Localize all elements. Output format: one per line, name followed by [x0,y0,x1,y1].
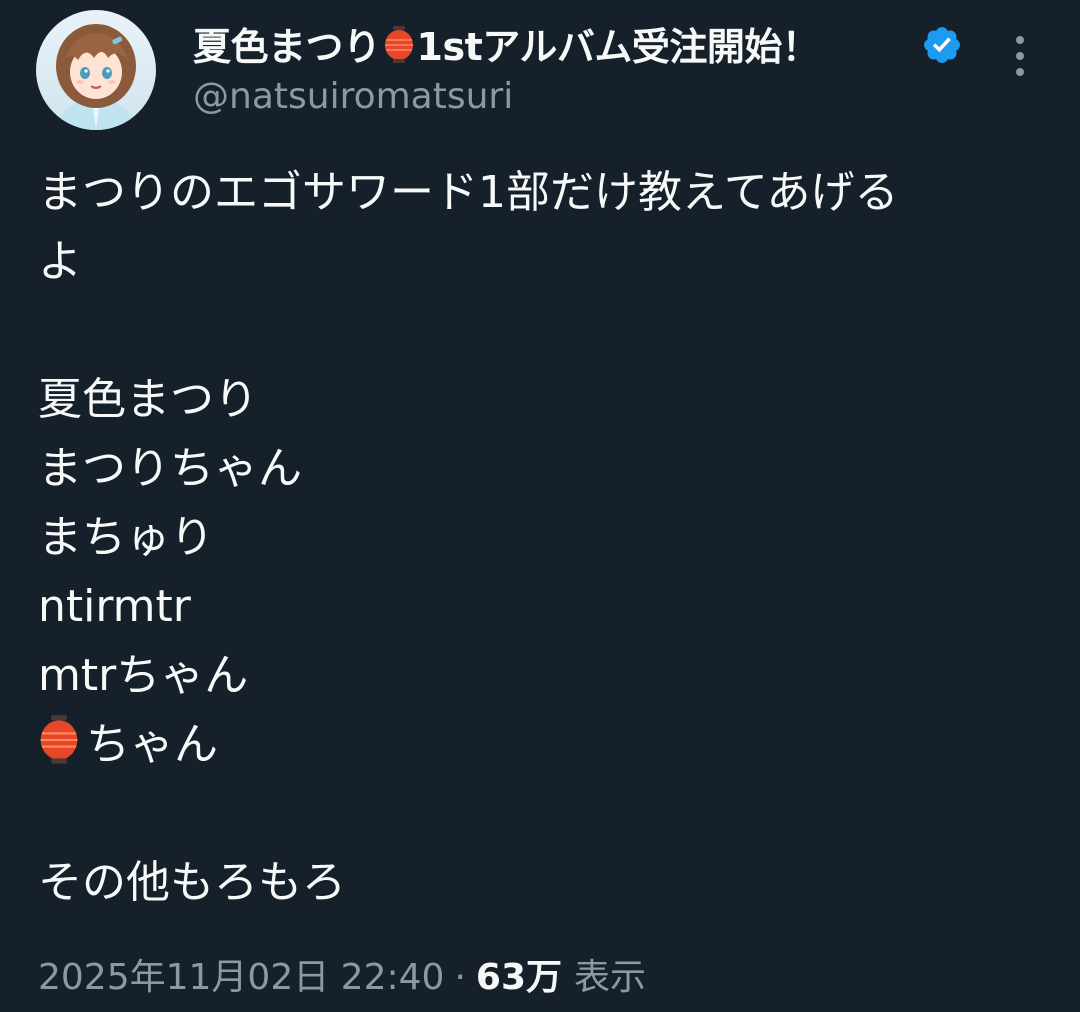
tweet-line: ntirmtr [38,581,191,632]
avatar[interactable] [36,10,156,130]
display-name-suffix: 1stアルバム受注開始！ [416,25,820,69]
tweet-text: まつりのエゴサワード1部だけ教えてあげる よ 夏色まつり まつりちゃん まちゅり… [38,158,1048,917]
tweet-line: mtrちゃん [38,650,249,701]
tweet-line-text: ちゃん [86,719,218,770]
display-name-text: 夏色まつり [193,25,381,69]
tweet-line: よ [38,236,82,287]
lantern-icon [383,26,415,73]
tweet-line: 夏色まつり [38,374,258,425]
tweet-line: まちゅり [38,512,214,563]
author-handle[interactable]: @natsuiromatsuri [193,76,513,117]
meta-separator: · [454,957,466,998]
tweet-line: まつりのエゴサワード1部だけ教えてあげる [38,167,899,218]
more-options-button[interactable] [1002,30,1038,82]
views-label: 表示 [574,957,647,998]
more-options-icon [1016,36,1024,76]
views-count: 63万 [475,957,562,998]
author-display-name[interactable]: 夏色まつり 1stアルバム受注開始！ [193,16,820,73]
lantern-icon [38,715,80,785]
tweet-line: その他もろもろ [38,857,346,908]
verified-badge-icon[interactable] [921,24,963,66]
tweet-line-lantern: ちゃん [38,710,1048,779]
tweet-line: まつりちゃん [38,443,302,494]
tweet-meta: 2025年11月02日 22:40 · 63万 表示 [38,948,646,1000]
tweet-timestamp[interactable]: 2025年11月02日 22:40 [38,957,444,998]
tweet-detail: 夏色まつり 1stアルバム受注開始！ @natsuiromatsuri まつりの… [0,0,1080,1012]
avatar-image [36,10,156,130]
